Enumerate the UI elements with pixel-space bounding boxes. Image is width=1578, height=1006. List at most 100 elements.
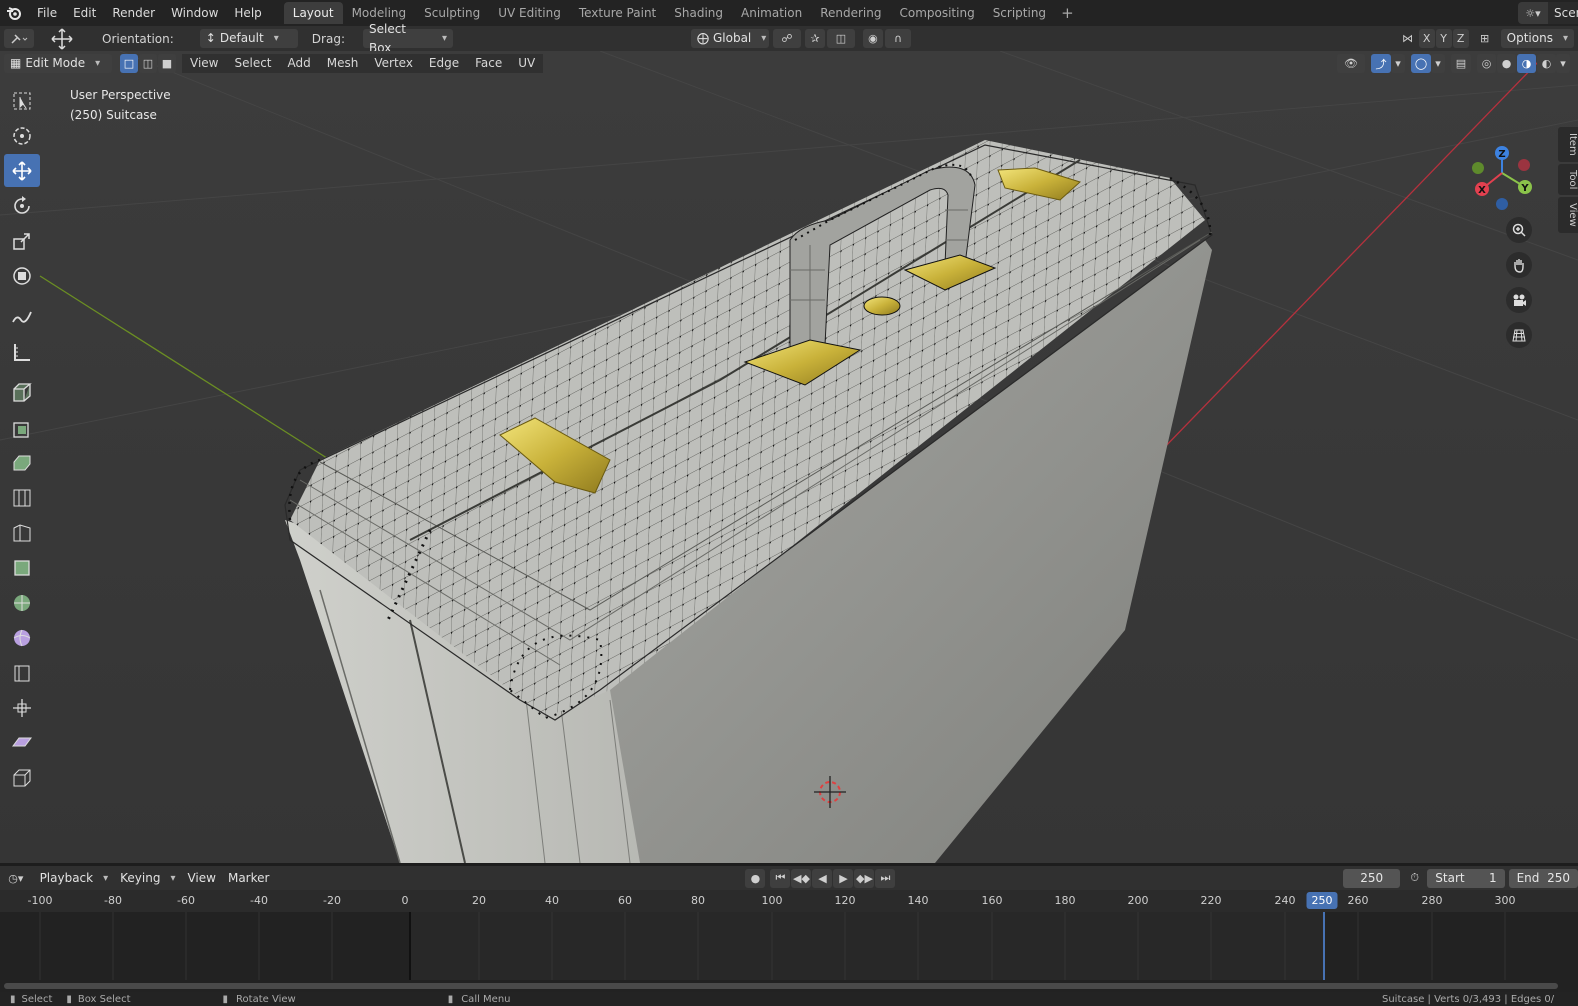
scrollbar-thumb[interactable] [4, 983, 1558, 989]
visibility-icon[interactable]: 👁 [1337, 54, 1365, 73]
jump-start-icon[interactable]: ⏮ [770, 868, 791, 888]
preview-range-icon[interactable]: ⏱ [1406, 869, 1423, 888]
pan-hand-icon[interactable] [1506, 252, 1532, 278]
jump-keyframe-back-icon[interactable]: ◀◆ [791, 868, 812, 888]
orientation-dropdown[interactable]: ↕ Default [199, 29, 298, 48]
mode-dropdown[interactable]: ▦ Edit Mode [4, 54, 112, 73]
add-workspace-button[interactable]: + [1055, 4, 1080, 22]
drag-dropdown[interactable]: Select Box [362, 22, 453, 55]
transform-orientation-dropdown[interactable]: ⨁ Global [690, 29, 769, 48]
gizmo-dropdown-icon[interactable]: ▾ [1391, 54, 1405, 73]
inset-tool-icon[interactable] [4, 446, 40, 479]
snap-toggle-icon[interactable]: ✰ [804, 29, 825, 48]
options-dropdown[interactable]: Options [1500, 29, 1574, 48]
menu-file[interactable]: File [29, 2, 65, 24]
tab-shading[interactable]: Shading [665, 2, 732, 24]
mirror-x-toggle[interactable]: X [1418, 29, 1435, 48]
tab-animation[interactable]: Animation [732, 2, 811, 24]
menu-add[interactable]: Add [279, 54, 319, 73]
material-shading-icon[interactable]: ◑ [1517, 54, 1536, 73]
playhead-frame-badge[interactable]: 250 [1306, 892, 1338, 909]
overlay-dropdown-icon[interactable]: ▾ [1431, 54, 1445, 73]
jump-keyframe-forward-icon[interactable]: ◆▶ [854, 868, 875, 888]
menu-face[interactable]: Face [467, 54, 511, 73]
smooth-tool-icon[interactable] [4, 621, 40, 654]
pivot-point-icon[interactable]: ☍ [772, 29, 801, 48]
move-tool-icon[interactable] [44, 27, 80, 50]
scene-selector[interactable]: ☼▾ Scen [1518, 0, 1578, 26]
knife-tool-icon[interactable] [4, 551, 40, 584]
shear-tool-icon[interactable] [4, 726, 40, 759]
move-tool-active-icon[interactable] [4, 154, 40, 187]
keying-menu[interactable]: Keying [114, 869, 181, 888]
menu-mesh[interactable]: Mesh [318, 54, 367, 73]
menu-uv[interactable]: UV [510, 54, 544, 73]
sidebar-tab-item[interactable]: Item [1558, 127, 1578, 162]
tab-rendering[interactable]: Rendering [811, 2, 890, 24]
bevel-tool-icon[interactable] [4, 481, 40, 514]
sidebar-tab-tool[interactable]: Tool [1558, 163, 1578, 196]
loop-cut-tool-icon[interactable] [4, 516, 40, 549]
timeline-ruler[interactable]: -100 -80 -60 -40 -20 0 20 40 60 80 100 1… [0, 890, 1578, 912]
playback-menu[interactable]: Playback [34, 869, 115, 888]
sidebar-tab-view[interactable]: View [1558, 197, 1578, 233]
play-icon[interactable]: ▶ [833, 868, 854, 888]
cursor-tool-icon[interactable] [4, 119, 40, 152]
wireframe-shading-icon[interactable]: ◎ [1477, 54, 1496, 73]
tab-compositing[interactable]: Compositing [890, 2, 983, 24]
menu-help[interactable]: Help [226, 2, 269, 24]
spin-tool-icon[interactable] [4, 586, 40, 619]
gizmo-toggle-icon[interactable]: ⤴ [1371, 54, 1391, 73]
play-reverse-icon[interactable]: ◀ [812, 868, 833, 888]
menu-render[interactable]: Render [104, 2, 163, 24]
edge-slide-tool-icon[interactable] [4, 656, 40, 689]
tab-layout[interactable]: Layout [283, 2, 343, 24]
proportional-falloff-icon[interactable]: ∩ [884, 29, 911, 48]
3d-viewport[interactable]: User Perspective (250) Suitcase Z Y X It… [0, 51, 1578, 863]
start-frame-field[interactable]: Start 1 [1427, 868, 1505, 888]
measure-tool-icon[interactable] [4, 335, 40, 368]
current-frame-field[interactable]: 250 [1343, 868, 1401, 888]
menu-edge[interactable]: Edge [420, 54, 468, 73]
menu-view[interactable]: View [182, 54, 227, 73]
marker-menu[interactable]: Marker [222, 869, 275, 888]
ortho-perspective-icon[interactable] [1506, 322, 1532, 348]
timeline-scrollbar[interactable] [0, 980, 1578, 992]
scale-tool-icon[interactable] [4, 224, 40, 257]
solid-shading-icon[interactable]: ● [1497, 54, 1516, 73]
timeline-area[interactable] [0, 912, 1578, 980]
timeline-editor-type-icon[interactable]: ◷▾ [4, 869, 28, 888]
record-icon[interactable]: ● [745, 868, 766, 888]
add-cube-tool-icon[interactable] [4, 376, 40, 409]
timeline-view-menu[interactable]: View [181, 869, 221, 888]
menu-select[interactable]: Select [226, 54, 280, 73]
mirror-icon[interactable]: ⋈ [1399, 29, 1417, 48]
shrink-fatten-tool-icon[interactable] [4, 691, 40, 724]
select-box-tool-icon[interactable] [4, 84, 40, 117]
zoom-icon[interactable] [1506, 217, 1532, 243]
edge-select-icon[interactable]: ◫ [139, 54, 157, 73]
proportional-edit-icon[interactable]: ◉ [862, 29, 883, 48]
blender-logo-icon[interactable] [3, 2, 25, 24]
extrude-tool-icon[interactable] [4, 411, 40, 444]
annotate-tool-icon[interactable] [4, 300, 40, 333]
xray-toggle-icon[interactable]: ▤ [1451, 54, 1471, 73]
rendered-shading-icon[interactable]: ◐ [1537, 54, 1556, 73]
end-frame-field[interactable]: End 250 [1508, 868, 1578, 888]
rip-region-tool-icon[interactable] [4, 761, 40, 794]
tab-texture-paint[interactable]: Texture Paint [570, 2, 665, 24]
mirror-y-toggle[interactable]: Y [1435, 29, 1452, 48]
face-select-icon[interactable]: ■ [158, 54, 176, 73]
shading-dropdown-icon[interactable]: ▾ [1556, 54, 1570, 73]
menu-edit[interactable]: Edit [65, 2, 104, 24]
vertex-select-icon[interactable]: □ [120, 54, 138, 73]
tab-uv-editing[interactable]: UV Editing [489, 2, 570, 24]
jump-end-icon[interactable]: ⏭ [875, 868, 896, 888]
menu-vertex[interactable]: Vertex [366, 54, 421, 73]
tab-scripting[interactable]: Scripting [984, 2, 1055, 24]
overlay-toggle-icon[interactable]: ◯ [1411, 54, 1431, 73]
editor-type-icon[interactable] [4, 29, 34, 48]
auto-merge-icon[interactable]: ⊞ [1475, 29, 1495, 48]
transform-tool-icon[interactable] [4, 259, 40, 292]
navigation-gizmo[interactable]: Z Y X [1462, 143, 1542, 223]
